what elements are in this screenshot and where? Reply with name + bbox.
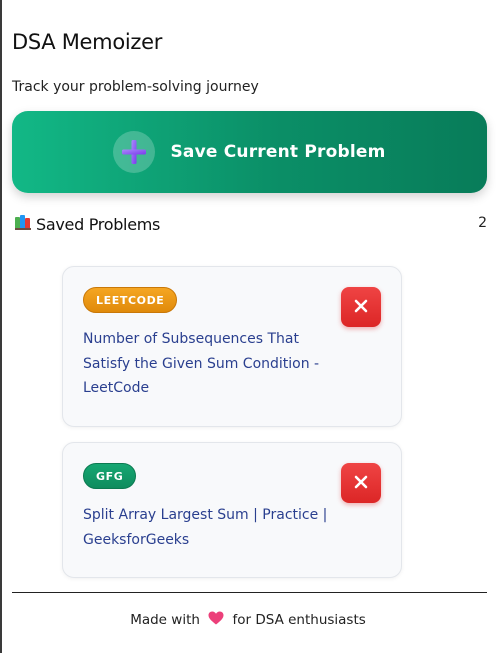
platform-badge: GFG — [83, 463, 137, 489]
delete-problem-button[interactable] — [341, 287, 381, 327]
close-icon — [354, 474, 368, 493]
close-icon — [354, 298, 368, 317]
save-button-label: Save Current Problem — [170, 142, 386, 162]
problem-title-link[interactable]: Split Array Largest Sum | Practice | Gee… — [83, 503, 333, 552]
saved-problems-count: 2 — [478, 215, 487, 231]
saved-problems-label: Saved Problems — [36, 214, 161, 234]
problem-card[interactable]: LEETCODE Number of Subsequences That Sat… — [62, 266, 402, 427]
problem-title-link[interactable]: Number of Subsequences That Satisfy the … — [83, 327, 333, 401]
window-edge — [0, 0, 2, 653]
footer-suffix: for DSA enthusiasts — [232, 612, 366, 628]
app-subtitle: Track your problem-solving journey — [12, 79, 259, 95]
footer: Made with for DSA enthusiasts — [0, 611, 496, 629]
footer-prefix: Made with — [130, 612, 200, 628]
books-icon — [15, 214, 33, 234]
delete-problem-button[interactable] — [341, 463, 381, 503]
save-current-problem-button[interactable]: Save Current Problem — [12, 111, 487, 193]
footer-divider — [12, 592, 487, 593]
platform-badge: LEETCODE — [83, 287, 178, 313]
saved-problems-header: Saved Problems 2 — [15, 213, 487, 235]
app-title: DSA Memoizer — [12, 30, 163, 54]
heart-icon — [208, 611, 224, 629]
plus-icon — [113, 131, 156, 173]
problem-card[interactable]: GFG Split Array Largest Sum | Practice |… — [62, 442, 402, 578]
